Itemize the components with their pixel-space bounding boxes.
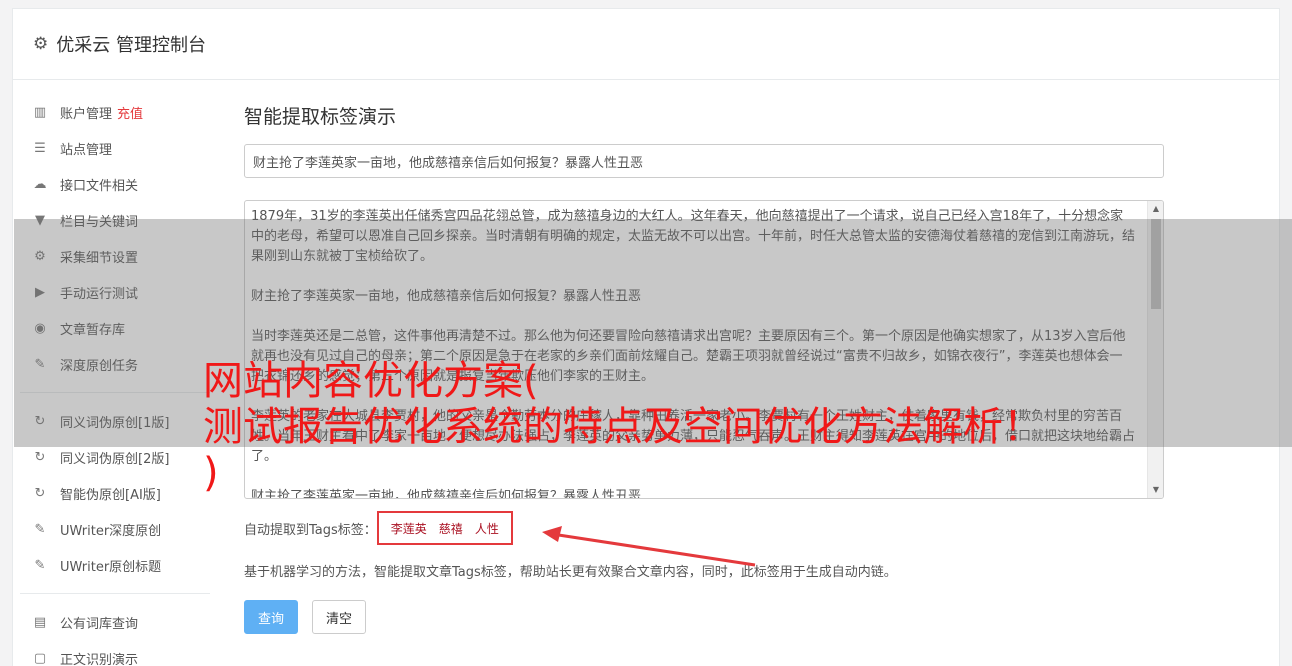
scroll-up-arrow-icon[interactable]: ▲ bbox=[1148, 201, 1163, 217]
sidebar-item-label: 栏目与关键词 bbox=[60, 214, 139, 230]
play-circle-icon: ▶ bbox=[35, 284, 45, 300]
sidebar-item-label: 同义词伪原创[2版] bbox=[60, 451, 170, 467]
page-title: 优采云 管理控制台 bbox=[56, 35, 206, 56]
content-paragraph: 李莲英的老家在大城县李贾村，他的父亲是个勤劳本分的庄稼人，靠种田养活一家老小。李… bbox=[251, 409, 1136, 464]
sidebar-item-label: 正文识别演示 bbox=[60, 652, 139, 666]
content-paragraph: 财主抢了李莲英家一亩地，他成慈禧亲信后如何报复？暴露人性丑恶 bbox=[251, 289, 642, 304]
book-icon: ▤ bbox=[33, 614, 47, 630]
cogs-icon: ⚙ bbox=[34, 248, 46, 264]
sidebar-item-label: 账户管理 bbox=[60, 106, 113, 122]
sidebar-item[interactable]: ▤ 公有词库查询 bbox=[20, 604, 210, 640]
sidebar-item[interactable]: ◉ 文章暂存库 bbox=[20, 310, 210, 346]
title-input-value: 财主抢了李莲英家一亩地，他成慈禧亲信后如何报复？暴露人性丑恶 bbox=[253, 155, 644, 171]
tag-item[interactable]: 人性 bbox=[469, 520, 505, 537]
tags-label: 自动提取到Tags标签： bbox=[244, 522, 377, 538]
edit-icon: ✎ bbox=[34, 356, 46, 372]
sidebar-item[interactable]: ☰ 站点管理 bbox=[20, 130, 210, 166]
description-text: 基于机器学习的方法，智能提取文章Tags标签，帮助站长更有效聚合文章内容，同时，… bbox=[244, 565, 897, 580]
refresh-icon: ↻ bbox=[34, 413, 46, 429]
filter-icon: ▼ bbox=[35, 212, 45, 228]
tag-item[interactable]: 李莲英 bbox=[385, 520, 433, 537]
tags-row: 自动提取到Tags标签： 李莲英 慈禧 人性 bbox=[244, 511, 1166, 545]
sidebar-item[interactable]: ⚙ 采集细节设置 bbox=[20, 238, 210, 274]
sidebar-item[interactable]: ▢ 正文识别演示 bbox=[20, 640, 210, 666]
edit-icon: ✎ bbox=[34, 557, 46, 573]
sidebar-item-label: 站点管理 bbox=[60, 142, 113, 158]
button-row: 查询 清空 bbox=[244, 600, 1166, 634]
sidebar-divider bbox=[20, 392, 210, 393]
scroll-thumb[interactable] bbox=[1151, 219, 1161, 309]
server-icon: ☰ bbox=[34, 140, 46, 156]
sidebar-item[interactable]: ▶ 手动运行测试 bbox=[20, 274, 210, 310]
header-bar: ⚙ 优采云 管理控制台 bbox=[13, 9, 1279, 80]
refresh-icon: ↻ bbox=[34, 485, 46, 501]
sidebar-item-label: 深度原创任务 bbox=[60, 358, 139, 374]
recharge-link[interactable]: 充值 bbox=[117, 103, 143, 122]
refresh-icon: ↻ bbox=[34, 449, 46, 465]
bar-chart-icon: ▥ bbox=[33, 104, 47, 120]
sidebar-item-label: 文章暂存库 bbox=[60, 322, 126, 338]
sidebar-item[interactable]: ☁ 接口文件相关 bbox=[20, 166, 210, 202]
sidebar-item-label: UWriter深度原创 bbox=[60, 523, 162, 539]
sidebar-item-label: 智能伪原创[AI版] bbox=[60, 487, 161, 503]
tag-item[interactable]: 慈禧 bbox=[433, 520, 469, 537]
clear-button[interactable]: 清空 bbox=[312, 600, 366, 634]
content-textarea[interactable]: 1879年，31岁的李莲英出任储秀宫四品花翎总管，成为慈禧身边的大红人。这年春天… bbox=[244, 200, 1164, 499]
sidebar-item[interactable]: ↻ 智能伪原创[AI版] bbox=[20, 475, 210, 511]
scroll-down-arrow-icon[interactable]: ▼ bbox=[1148, 482, 1163, 498]
sidebar-item[interactable]: ✎ 深度原创任务 bbox=[20, 346, 210, 382]
sidebar-item-label: 手动运行测试 bbox=[60, 286, 139, 302]
square-icon: ▢ bbox=[33, 650, 47, 666]
section-heading: 智能提取标签演示 bbox=[244, 106, 397, 128]
gear-icon: ⚙ bbox=[33, 34, 49, 54]
title-input[interactable]: 财主抢了李莲英家一亩地，他成慈禧亲信后如何报复？暴露人性丑恶 bbox=[244, 144, 1164, 178]
sidebar-item-label: 公有词库查询 bbox=[60, 616, 139, 632]
main-panel: 智能提取标签演示 财主抢了李莲英家一亩地，他成慈禧亲信后如何报复？暴露人性丑恶 … bbox=[244, 102, 1166, 634]
sidebar-item[interactable]: ▼ 栏目与关键词 bbox=[20, 202, 210, 238]
sidebar-item-label: 同义词伪原创[1版] bbox=[60, 415, 170, 431]
cloud-upload-icon: ☁ bbox=[33, 176, 47, 192]
query-button[interactable]: 查询 bbox=[244, 600, 298, 634]
sidebar-item-label: 采集细节设置 bbox=[60, 250, 139, 266]
sidebar: ▥ 账户管理 充值 ☰ 站点管理 ☁ 接口文件相关 ▼ 栏目与关键词 ⚙ 采集细节设置 ▶ 手动运行测试… bbox=[20, 94, 210, 666]
edit-icon: ✎ bbox=[34, 521, 46, 537]
content-paragraph: 当时李莲英还是二总管，这件事他再清楚不过。那么他为何还要冒险向慈禧请求出宫呢？主… bbox=[251, 329, 1126, 384]
sidebar-item[interactable]: ↻ 同义词伪原创[1版] bbox=[20, 403, 210, 439]
content-paragraph: 1879年，31岁的李莲英出任储秀宫四品花翎总管，成为慈禧身边的大红人。这年春天… bbox=[251, 209, 1136, 264]
sidebar-item[interactable]: ▥ 账户管理 充值 bbox=[20, 94, 210, 130]
sidebar-item-label: UWriter原创标题 bbox=[60, 559, 162, 575]
sidebar-item[interactable]: ✎ UWriter深度原创 bbox=[20, 511, 210, 547]
tags-box: 李莲英 慈禧 人性 bbox=[376, 511, 513, 545]
sidebar-item[interactable]: ✎ UWriter原创标题 bbox=[20, 547, 210, 583]
sidebar-item[interactable]: ↻ 同义词伪原创[2版] bbox=[20, 439, 210, 475]
database-icon: ◉ bbox=[34, 320, 46, 336]
sidebar-divider bbox=[20, 593, 210, 594]
content-paragraph: 财主抢了李莲英家一亩地，他成慈禧亲信后如何报复？暴露人性丑恶 bbox=[251, 489, 642, 499]
content-scrollbar[interactable]: ▲ ▼ bbox=[1147, 201, 1163, 498]
sidebar-item-label: 接口文件相关 bbox=[60, 178, 139, 194]
content-text: 1879年，31岁的李莲英出任储秀宫四品花翎总管，成为慈禧身边的大红人。这年春天… bbox=[245, 201, 1163, 499]
